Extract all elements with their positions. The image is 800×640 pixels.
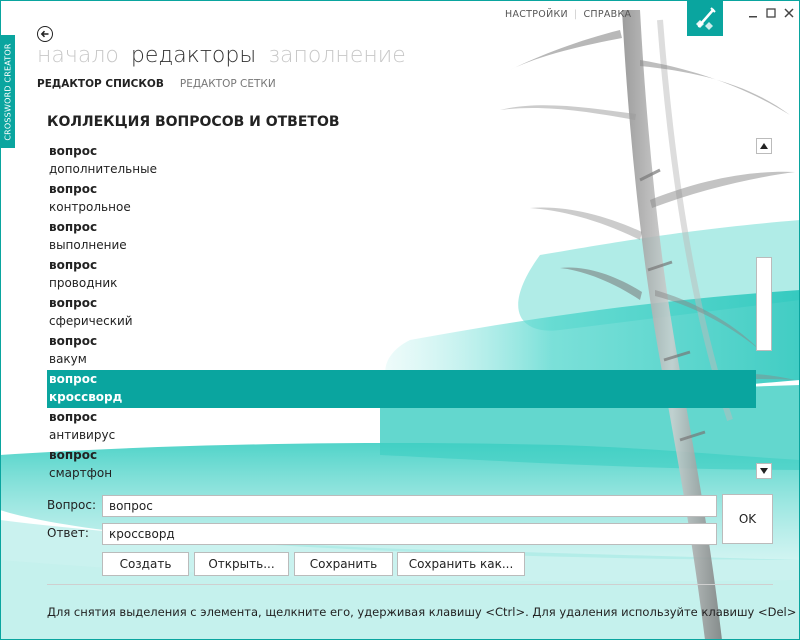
list-item[interactable]: вопрос проводник: [47, 256, 756, 294]
top-links: НАСТРОЙКИ | СПРАВКА: [505, 9, 631, 20]
list-item[interactable]: вопрос выполнение: [47, 218, 756, 256]
close-icon[interactable]: [783, 6, 795, 20]
minimize-icon[interactable]: [747, 6, 759, 20]
divider: [47, 584, 773, 585]
scrollbar-thumb[interactable]: [756, 257, 772, 351]
question-label: Вопрос:: [47, 498, 97, 512]
top-links-separator: |: [573, 9, 578, 20]
settings-link[interactable]: НАСТРОЙКИ: [505, 9, 568, 20]
list-item-question: вопрос: [49, 448, 98, 462]
create-button[interactable]: Создать: [102, 552, 189, 576]
qa-list[interactable]: вопрос дополнительные вопрос контрольное…: [47, 142, 756, 480]
list-item-question: вопрос: [49, 220, 98, 234]
list-item-question: вопрос: [49, 144, 98, 158]
list-item-answer: смартфон: [49, 466, 113, 480]
list-item-answer: контрольное: [49, 200, 131, 214]
list-item-question: вопрос: [49, 182, 98, 196]
nav-editors[interactable]: редакторы: [131, 43, 256, 68]
save-button[interactable]: Сохранить: [294, 552, 393, 576]
open-button[interactable]: Открыть...: [194, 552, 289, 576]
hint-text: Для снятия выделения с элемента, щелкнит…: [47, 605, 797, 619]
maximize-icon[interactable]: [765, 6, 777, 20]
ok-button[interactable]: OK: [722, 494, 773, 544]
help-link[interactable]: СПРАВКА: [583, 9, 631, 20]
list-item-answer: вакум: [49, 352, 87, 366]
sub-navigation: РЕДАКТОР СПИСКОВ РЕДАКТОР СЕТКИ: [37, 78, 276, 90]
tab-list-editor[interactable]: РЕДАКТОР СПИСКОВ: [37, 78, 164, 90]
back-button[interactable]: [37, 26, 53, 42]
triangle-down-icon: [760, 468, 768, 474]
list-item[interactable]: вопрос антивирус: [47, 408, 756, 446]
question-input[interactable]: [102, 495, 717, 517]
window-controls: [747, 6, 795, 20]
app-side-tab: CROSSWORD CREATOR: [0, 35, 15, 148]
list-item-question: вопрос: [49, 334, 98, 348]
arrow-left-circle-icon: [40, 30, 49, 38]
list-item-answer: выполнение: [49, 238, 127, 252]
list-item[interactable]: вопрос смартфон: [47, 446, 756, 480]
nav-start[interactable]: начало: [37, 43, 119, 68]
list-item[interactable]: вопрос вакум: [47, 332, 756, 370]
triangle-up-icon: [760, 143, 768, 149]
list-item-answer: антивирус: [49, 428, 116, 442]
list-item-answer: дополнительные: [49, 162, 157, 176]
scroll-up-button[interactable]: [756, 138, 772, 154]
list-item-question: вопрос: [49, 296, 98, 310]
list-item-question: вопрос: [49, 372, 98, 386]
list-item-question: вопрос: [49, 258, 98, 272]
scroll-down-button[interactable]: [756, 463, 772, 479]
app-name: CROSSWORD CREATOR: [3, 42, 12, 141]
app-logo: [687, 0, 723, 36]
save-as-button[interactable]: Сохранить как...: [397, 552, 525, 576]
list-item[interactable]: вопрос контрольное: [47, 180, 756, 218]
list-item-answer: кроссворд: [49, 390, 123, 404]
answer-label: Ответ:: [47, 526, 89, 540]
list-item-answer: сферический: [49, 314, 133, 328]
pencil-grid-icon: [696, 7, 716, 30]
section-title: КОЛЛЕКЦИЯ ВОПРОСОВ И ОТВЕТОВ: [47, 114, 340, 130]
list-item-answer: проводник: [49, 276, 118, 290]
main-navigation: начало редакторы заполнение: [37, 43, 406, 68]
nav-fill[interactable]: заполнение: [268, 43, 406, 68]
list-item-selected[interactable]: вопрос кроссворд: [47, 370, 756, 408]
tab-grid-editor[interactable]: РЕДАКТОР СЕТКИ: [180, 78, 276, 90]
list-item-question: вопрос: [49, 410, 98, 424]
list-item[interactable]: вопрос дополнительные: [47, 142, 756, 180]
answer-input[interactable]: [102, 523, 717, 545]
list-item[interactable]: вопрос сферический: [47, 294, 756, 332]
